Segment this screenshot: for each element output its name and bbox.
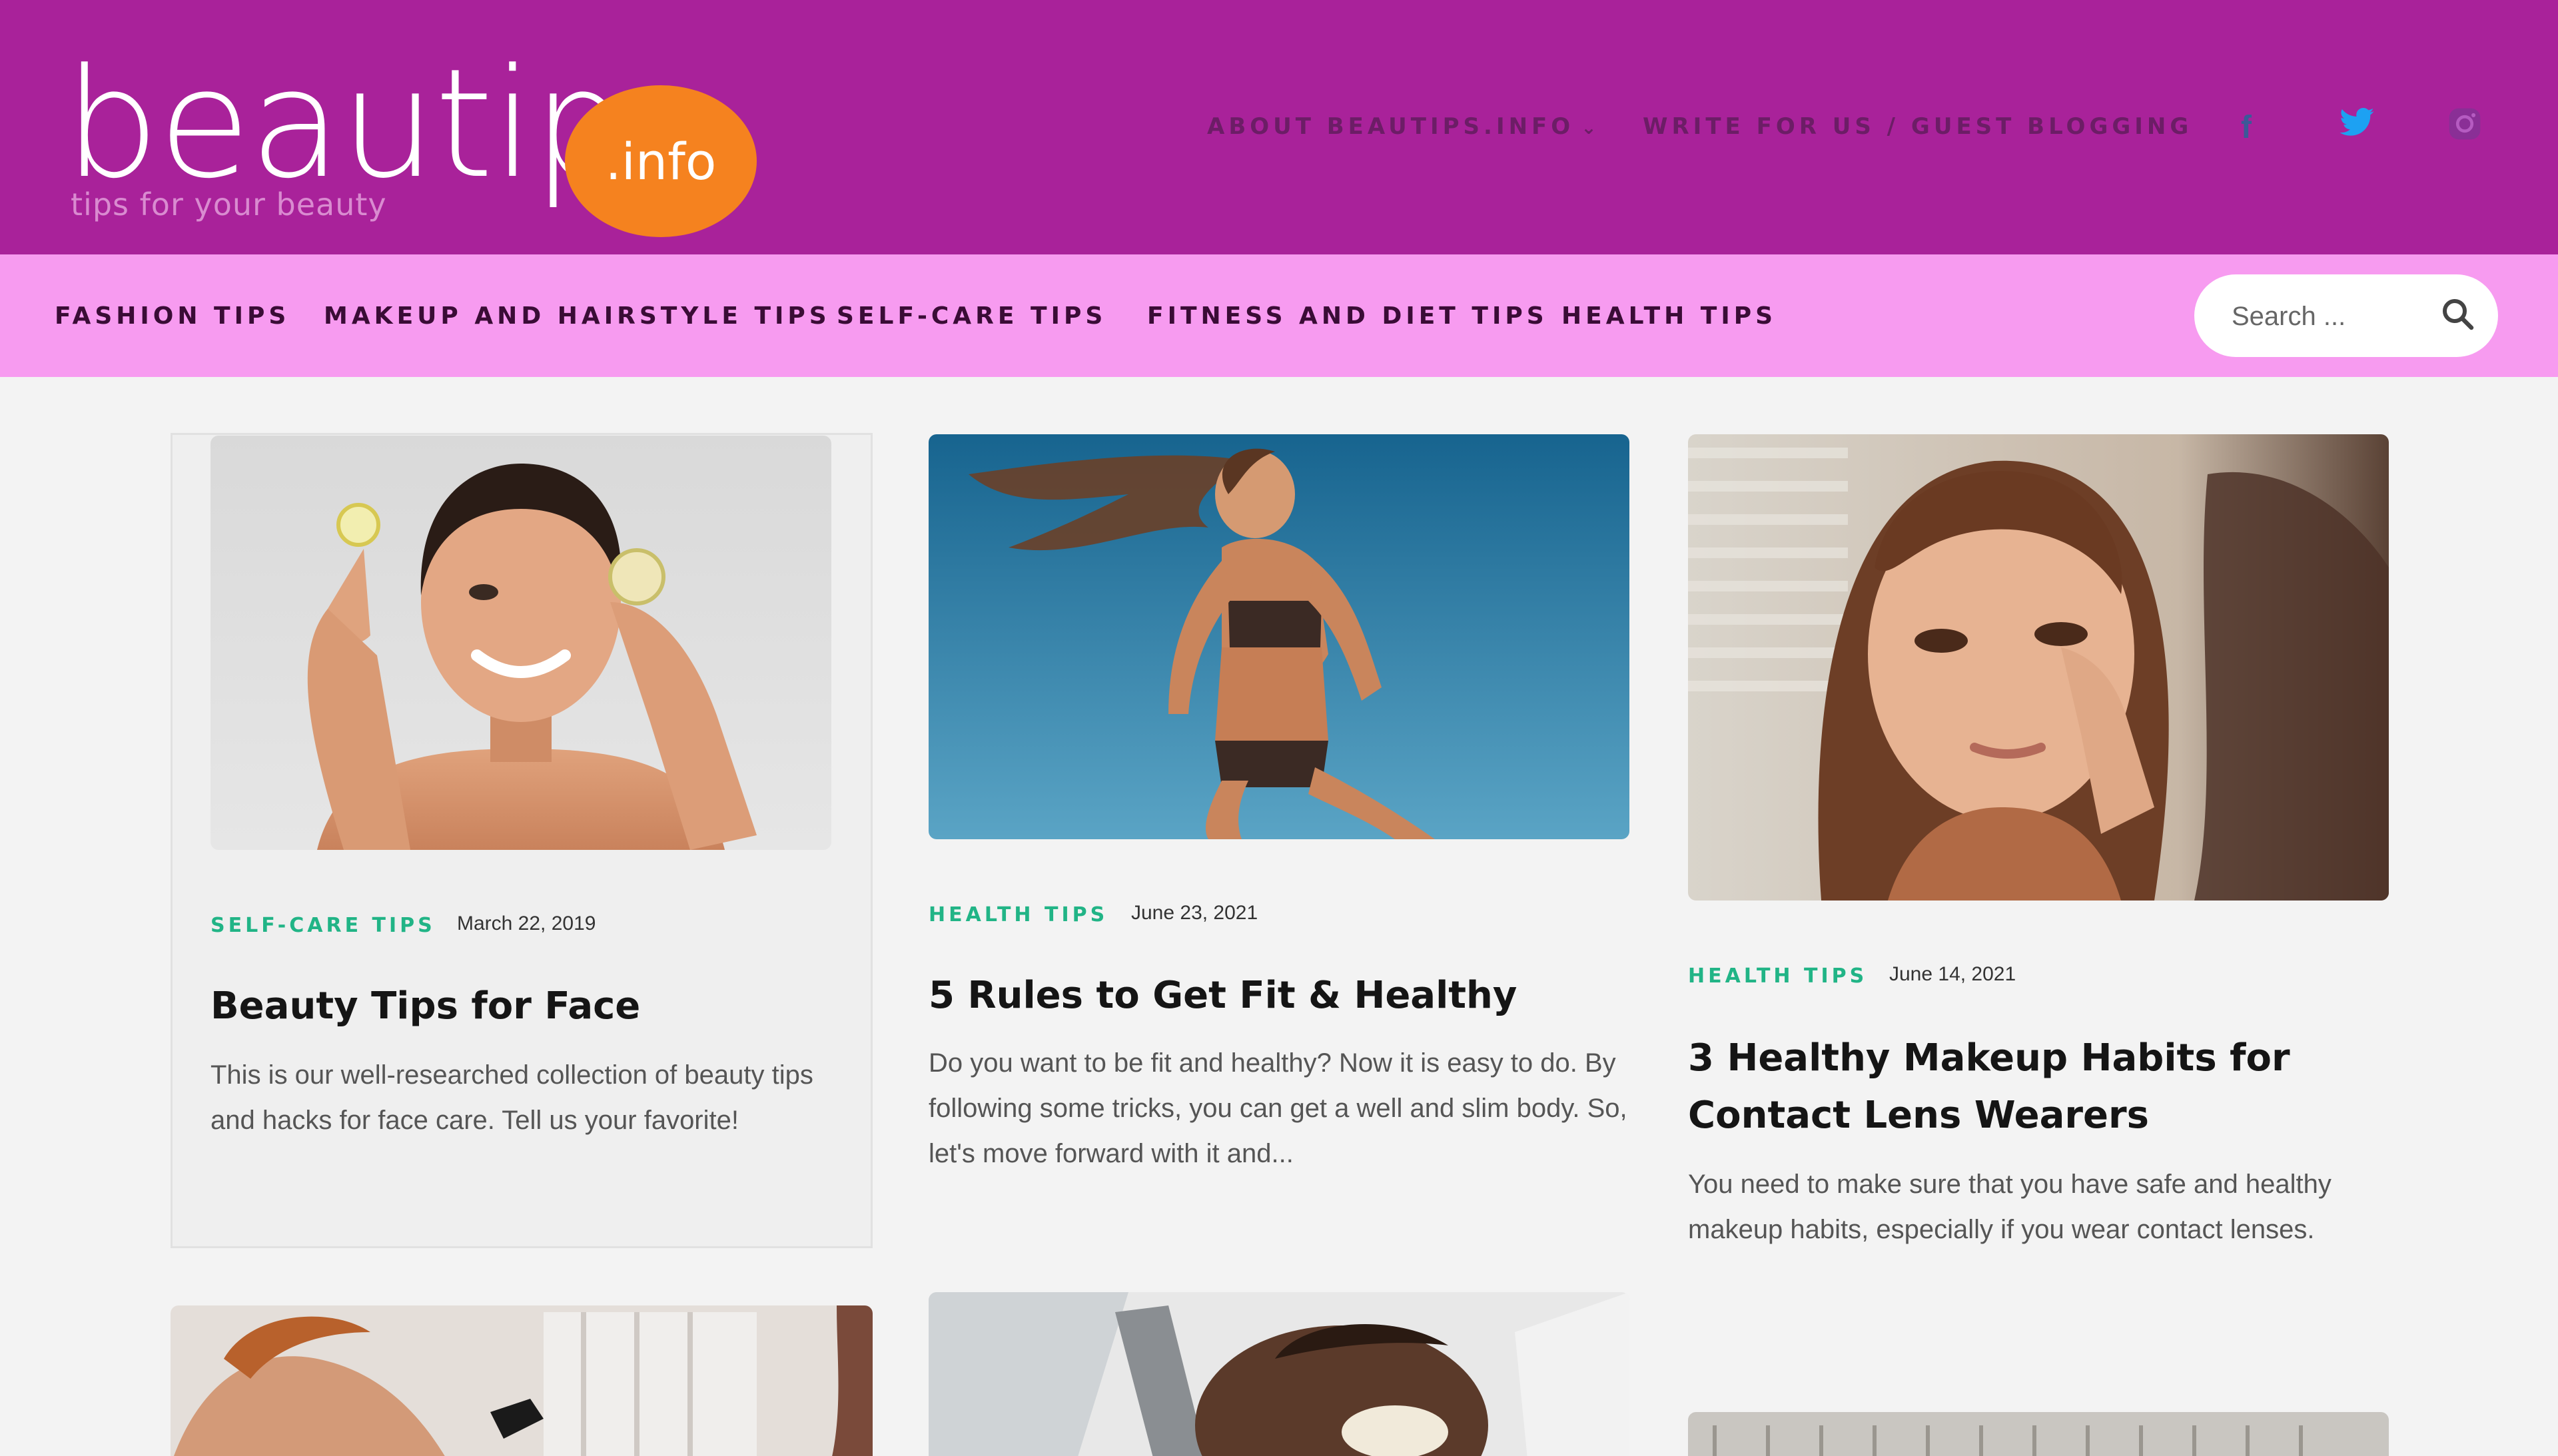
search-input[interactable] — [2232, 298, 2431, 334]
logo-badge: .info — [565, 85, 757, 237]
chevron-down-icon: ⌄ — [1581, 117, 1601, 139]
post-image-next-3[interactable] — [1688, 1412, 2389, 1456]
post-category[interactable]: HEALTH TIPS — [1688, 964, 1867, 988]
nav-write-for-us[interactable]: WRITE FOR US / GUEST BLOGGING — [1643, 113, 2192, 143]
post-image-next-2[interactable] — [929, 1292, 1629, 1456]
category-health-tips[interactable]: HEALTH TIPS — [1561, 302, 1777, 330]
nav-about[interactable]: ABOUT BEAUTIPS.INFO ⌄ — [1207, 113, 1601, 143]
category-fitness-diet-tips[interactable]: FITNESS AND DIET TIPS — [1147, 302, 1548, 330]
category-makeup-hairstyle-tips[interactable]: MAKEUP AND HAIRSTYLE TIPS — [324, 302, 831, 330]
twitter-icon[interactable] — [2338, 107, 2375, 148]
post-date: March 22, 2019 — [457, 912, 596, 934]
post-title[interactable]: 5 Rules to Get Fit & Healthy — [929, 967, 1621, 1024]
post-excerpt: You need to make sure that you have safe… — [1688, 1170, 2332, 1244]
category-fashion-tips[interactable]: FASHION TIPS — [55, 302, 290, 330]
post-title[interactable]: 3 Healthy Makeup Habits for Contact Lens… — [1688, 1030, 2389, 1144]
post-date: June 14, 2021 — [1889, 963, 2016, 985]
site-logo[interactable]: beautips .info tips for your beauty — [64, 20, 757, 237]
category-self-care-tips[interactable]: SELF-CARE TIPS — [837, 302, 1106, 330]
logo-tagline: tips for your beauty — [71, 186, 387, 222]
nav-about-label: ABOUT BEAUTIPS.INFO — [1207, 113, 1575, 140]
post-category[interactable]: HEALTH TIPS — [929, 903, 1108, 926]
post-excerpt: This is our well-researched collection o… — [211, 1060, 813, 1135]
post-title[interactable]: Beauty Tips for Face — [211, 978, 810, 1035]
post-date: June 23, 2021 — [1131, 902, 1258, 924]
post-image-makeup[interactable] — [1688, 434, 2389, 901]
instagram-icon[interactable] — [2446, 105, 2483, 151]
facebook-icon[interactable]: f — [2241, 109, 2252, 146]
category-nav: FASHION TIPS MAKEUP AND HAIRSTYLE TIPS S… — [0, 254, 2558, 377]
post-image-next-1[interactable] — [171, 1305, 873, 1456]
site-header: beautips .info tips for your beauty ABOU… — [0, 0, 2558, 254]
post-excerpt: Do you want to be fit and healthy? Now i… — [929, 1048, 1627, 1168]
search-box — [2194, 274, 2498, 357]
post-category[interactable]: SELF-CARE TIPS — [211, 914, 436, 937]
post-image-face[interactable] — [211, 436, 831, 850]
search-icon[interactable] — [2438, 294, 2478, 334]
post-image-fit[interactable] — [929, 434, 1629, 839]
